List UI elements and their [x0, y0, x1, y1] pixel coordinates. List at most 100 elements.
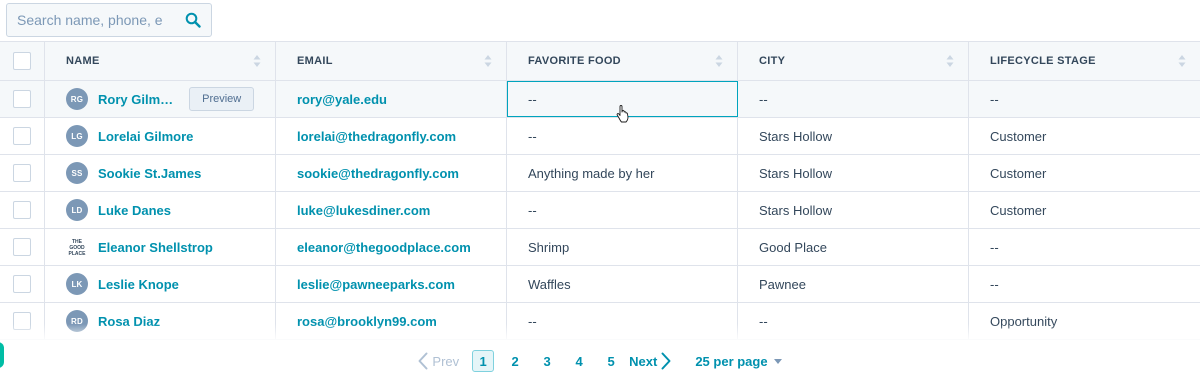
city-value: Stars Hollow [759, 202, 832, 218]
favorite-food-value: -- [528, 91, 537, 107]
sort-icon[interactable] [253, 55, 261, 67]
favorite-food-value: -- [528, 128, 537, 144]
table-row[interactable]: RG Rory Gilm… Preview rory@yale.edu -- -… [0, 81, 1200, 123]
contact-name-link[interactable]: Leslie Knope [98, 277, 179, 292]
favorite-food-cell[interactable]: -- [507, 81, 738, 123]
avatar: LD [66, 199, 88, 221]
contact-name-link[interactable]: Lorelai Gilmore [98, 129, 193, 144]
lifecycle-stage-value: -- [990, 239, 999, 255]
search-icon[interactable] [175, 4, 211, 36]
scroll-fade [0, 324, 1200, 342]
row-select-cell [0, 229, 45, 265]
city-cell[interactable]: Pawnee [738, 266, 969, 302]
row-checkbox[interactable] [13, 90, 31, 108]
pagination: Prev 1 2 3 4 5 Next 25 per page [0, 343, 1200, 379]
favorite-food-cell[interactable]: Anything made by her [507, 155, 738, 191]
city-cell[interactable]: Stars Hollow [738, 118, 969, 154]
prev-page-button[interactable]: Prev [418, 352, 459, 370]
email-cell: lorelai@thedragonfly.com [276, 118, 507, 154]
name-cell: THE GOOD PLACE Eleanor Shellstrop [45, 229, 276, 265]
logo-text: PLACE [69, 251, 87, 257]
page-2-button[interactable]: 2 [504, 350, 526, 372]
column-header-favorite-food[interactable]: FAVORITE FOOD [507, 42, 738, 80]
city-cell[interactable]: Stars Hollow [738, 155, 969, 191]
city-cell[interactable]: Good Place [738, 229, 969, 265]
email-link[interactable]: eleanor@thegoodplace.com [297, 240, 471, 255]
sort-icon[interactable] [484, 55, 492, 67]
avatar: RG [66, 88, 88, 110]
city-value: Pawnee [759, 276, 806, 292]
favorite-food-cell[interactable]: -- [507, 192, 738, 228]
city-cell[interactable]: Stars Hollow [738, 192, 969, 228]
favorite-food-value: -- [528, 202, 537, 218]
page-4-button[interactable]: 4 [568, 350, 590, 372]
row-checkbox[interactable] [13, 164, 31, 182]
row-select-cell [0, 155, 45, 191]
column-header-label: NAME [66, 55, 100, 67]
search-input[interactable] [7, 4, 175, 36]
prev-label: Prev [432, 353, 460, 369]
sort-icon[interactable] [715, 55, 723, 67]
contact-name-link[interactable]: Sookie St.James [98, 166, 201, 181]
the-good-place-logo: THE GOOD PLACE [66, 236, 88, 258]
column-header-email[interactable]: EMAIL [276, 42, 507, 80]
contacts-table: NAME EMAIL FAVORITE FOOD CITY LIFECYCLE … [0, 41, 1200, 340]
favorite-food-cell[interactable]: Shrimp [507, 229, 738, 265]
email-link[interactable]: lorelai@thedragonfly.com [297, 129, 456, 144]
city-value: -- [759, 91, 768, 107]
page-5-button[interactable]: 5 [600, 350, 622, 372]
favorite-food-cell[interactable]: Waffles [507, 266, 738, 302]
table-row[interactable]: SS Sookie St.James sookie@thedragonfly.co… [0, 155, 1200, 192]
next-page-button[interactable]: Next [629, 352, 671, 370]
sort-icon[interactable] [1178, 55, 1186, 67]
avatar: LG [66, 125, 88, 147]
name-cell: LD Luke Danes [45, 192, 276, 228]
row-checkbox[interactable] [13, 238, 31, 256]
row-checkbox[interactable] [13, 127, 31, 145]
page-3-button[interactable]: 3 [536, 350, 558, 372]
contact-name-link[interactable]: Luke Danes [98, 203, 171, 218]
contact-name-link[interactable]: Rory Gilm… [98, 92, 173, 107]
lifecycle-stage-cell[interactable]: -- [969, 81, 1200, 117]
table-row[interactable]: LD Luke Danes luke@lukesdiner.com -- Star… [0, 192, 1200, 229]
email-link[interactable]: rory@yale.edu [297, 92, 387, 107]
lifecycle-stage-value: Customer [990, 128, 1047, 144]
per-page-dropdown[interactable]: 25 per page [695, 354, 782, 369]
email-link[interactable]: sookie@thedragonfly.com [297, 166, 459, 181]
sort-icon[interactable] [946, 55, 954, 67]
lifecycle-stage-cell[interactable]: Customer [969, 118, 1200, 154]
lifecycle-stage-cell[interactable]: Customer [969, 192, 1200, 228]
email-cell: leslie@pawneeparks.com [276, 266, 507, 302]
table-row[interactable]: LK Leslie Knope leslie@pawneeparks.com Wa… [0, 266, 1200, 303]
city-value: Good Place [759, 239, 827, 255]
column-header-label: LIFECYCLE STAGE [990, 55, 1096, 67]
lifecycle-stage-cell[interactable]: -- [969, 229, 1200, 265]
row-select-cell [0, 266, 45, 302]
email-cell: sookie@thedragonfly.com [276, 155, 507, 191]
column-header-lifecycle-stage[interactable]: LIFECYCLE STAGE [969, 42, 1200, 80]
search-box[interactable] [6, 3, 212, 37]
select-all-checkbox[interactable] [13, 52, 31, 70]
email-cell: luke@lukesdiner.com [276, 192, 507, 228]
column-header-city[interactable]: CITY [738, 42, 969, 80]
page-1-button[interactable]: 1 [472, 350, 495, 372]
city-cell[interactable]: -- [738, 81, 969, 117]
contact-name-link[interactable]: Eleanor Shellstrop [98, 240, 213, 255]
preview-button[interactable]: Preview [189, 87, 255, 111]
email-link[interactable]: luke@lukesdiner.com [297, 203, 430, 218]
lifecycle-stage-cell[interactable]: -- [969, 266, 1200, 302]
lifecycle-stage-value: -- [990, 276, 999, 292]
column-header-name[interactable]: NAME [45, 42, 276, 80]
table-row[interactable]: THE GOOD PLACE Eleanor Shellstrop eleano… [0, 229, 1200, 266]
row-checkbox[interactable] [13, 201, 31, 219]
table-row[interactable]: LG Lorelai Gilmore lorelai@thedragonfly.c… [0, 118, 1200, 155]
favorite-food-cell[interactable]: -- [507, 118, 738, 154]
row-checkbox[interactable] [13, 275, 31, 293]
column-header-label: FAVORITE FOOD [528, 55, 621, 67]
email-link[interactable]: leslie@pawneeparks.com [297, 277, 455, 292]
row-select-cell [0, 81, 45, 117]
name-cell: LG Lorelai Gilmore [45, 118, 276, 154]
avatar: SS [66, 162, 88, 184]
lifecycle-stage-cell[interactable]: Customer [969, 155, 1200, 191]
city-value: Stars Hollow [759, 165, 832, 181]
